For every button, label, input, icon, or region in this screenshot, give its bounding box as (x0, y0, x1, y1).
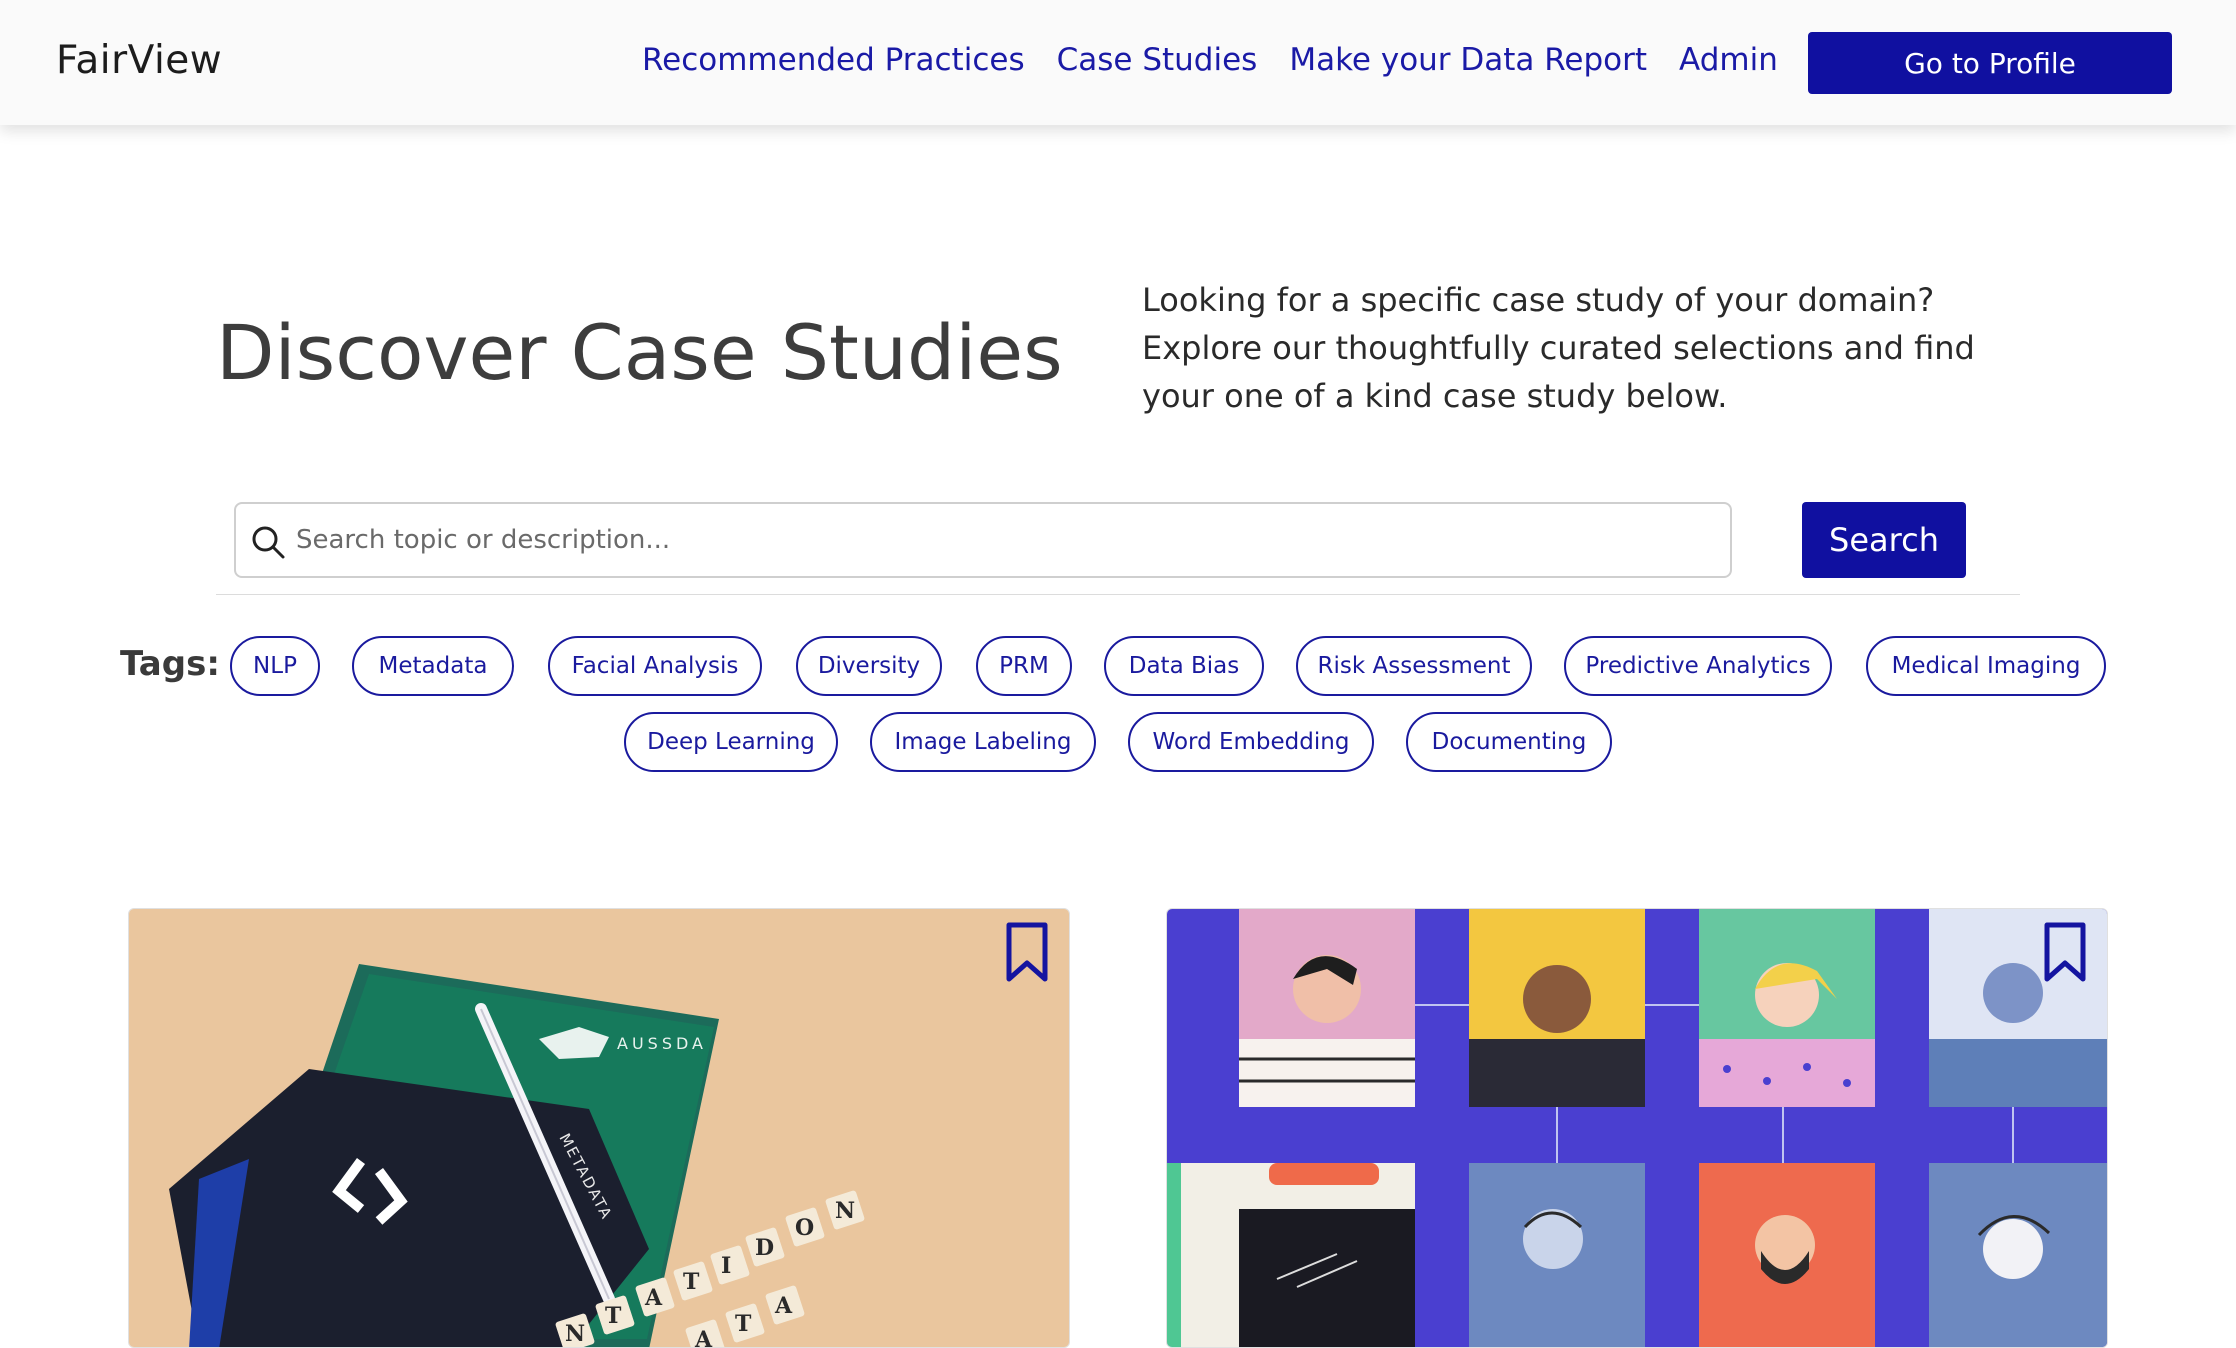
tag-prm[interactable]: PRM (976, 636, 1072, 696)
bookmark-icon[interactable] (2043, 921, 2087, 983)
tag-deep-learning[interactable]: Deep Learning (624, 712, 838, 772)
nav-links: Recommended Practices Case Studies Make … (642, 42, 1778, 78)
tag-metadata[interactable]: Metadata (352, 636, 514, 696)
tag-medical-imaging[interactable]: Medical Imaging (1866, 636, 2106, 696)
svg-text:I: I (721, 1253, 731, 1279)
tag-documenting[interactable]: Documenting (1406, 712, 1612, 772)
svg-text:A: A (644, 1285, 663, 1311)
case-study-card-2[interactable] (1166, 908, 2108, 1348)
tag-facial-analysis[interactable]: Facial Analysis (548, 636, 762, 696)
nav-link-case-studies[interactable]: Case Studies (1057, 42, 1258, 78)
case-study-image-metadata: AUSSDA METADATA D O N I T A T N A T A (129, 909, 1069, 1348)
svg-text:N: N (835, 1198, 855, 1224)
tag-nlp[interactable]: NLP (230, 636, 320, 696)
tag-predictive-analytics[interactable]: Predictive Analytics (1564, 636, 1832, 696)
svg-text:T: T (735, 1311, 752, 1337)
nav-link-admin[interactable]: Admin (1679, 42, 1778, 78)
top-navbar: FairView Recommended Practices Case Stud… (0, 0, 2236, 125)
hero-description: Looking for a specific case study of you… (1142, 281, 1975, 415)
tag-data-bias[interactable]: Data Bias (1104, 636, 1264, 696)
search-icon (252, 526, 285, 559)
nav-link-recommended-practices[interactable]: Recommended Practices (642, 42, 1025, 78)
svg-text:T: T (683, 1269, 700, 1295)
brand-logo[interactable]: FairView (56, 38, 222, 83)
tags-label: Tags: (120, 644, 220, 684)
tag-word-embedding[interactable]: Word Embedding (1128, 712, 1374, 772)
case-study-card-1[interactable]: AUSSDA METADATA D O N I T A T N A T A (128, 908, 1070, 1348)
svg-text:T: T (605, 1303, 622, 1329)
svg-text:A: A (774, 1293, 793, 1319)
svg-text:N: N (565, 1321, 585, 1347)
go-to-profile-button[interactable]: Go to Profile (1808, 32, 2172, 94)
svg-text:D: D (755, 1235, 774, 1261)
tag-image-labeling[interactable]: Image Labeling (870, 712, 1096, 772)
aussda-brand-text: AUSSDA (617, 1034, 707, 1053)
nav-link-data-report[interactable]: Make your Data Report (1289, 42, 1647, 78)
page-title: Discover Case Studies (216, 308, 1063, 397)
search-box (234, 502, 1732, 578)
case-study-image-diversity (1167, 909, 2107, 1347)
svg-text:O: O (795, 1215, 814, 1241)
tag-risk-assessment[interactable]: Risk Assessment (1296, 636, 1532, 696)
search-input[interactable] (296, 514, 1716, 566)
svg-text:A: A (694, 1327, 713, 1348)
tag-diversity[interactable]: Diversity (796, 636, 942, 696)
bookmark-icon[interactable] (1005, 921, 1049, 983)
divider (216, 594, 2020, 595)
search-button[interactable]: Search (1802, 502, 1966, 578)
